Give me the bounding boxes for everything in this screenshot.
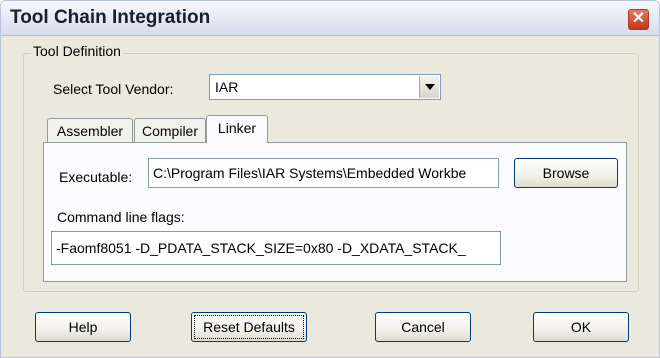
vendor-label: Select Tool Vendor: [53,81,174,97]
cancel-button[interactable]: Cancel [375,312,471,342]
close-icon[interactable]: ✕ [628,9,649,30]
tab-linker[interactable]: Linker [206,115,268,143]
vendor-select-value: IAR [215,79,239,95]
executable-field[interactable]: C:\Program Files\IAR Systems\Embedded Wo… [148,158,499,188]
vendor-select[interactable]: IAR [209,74,441,100]
ok-button[interactable]: OK [533,312,629,342]
reset-defaults-button[interactable]: Reset Defaults [191,312,307,342]
tab-assembler[interactable]: Assembler [47,118,133,142]
title-bar[interactable]: Tool Chain Integration ✕ [1,1,659,36]
executable-label: Executable: [59,169,133,185]
help-button[interactable]: Help [35,312,131,342]
command-line-flags-field[interactable]: -Faomf8051 -D_PDATA_STACK_SIZE=0x80 -D_X… [51,231,501,265]
window-title: Tool Chain Integration [10,7,211,28]
group-label: Tool Definition [31,43,123,59]
tab-compiler[interactable]: Compiler [134,118,206,142]
browse-button[interactable]: Browse [514,158,618,188]
chevron-down-icon[interactable] [419,76,439,98]
flags-label: Command line flags: [57,209,185,225]
dialog-window: Tool Chain Integration ✕ Tool Definition… [0,0,660,358]
